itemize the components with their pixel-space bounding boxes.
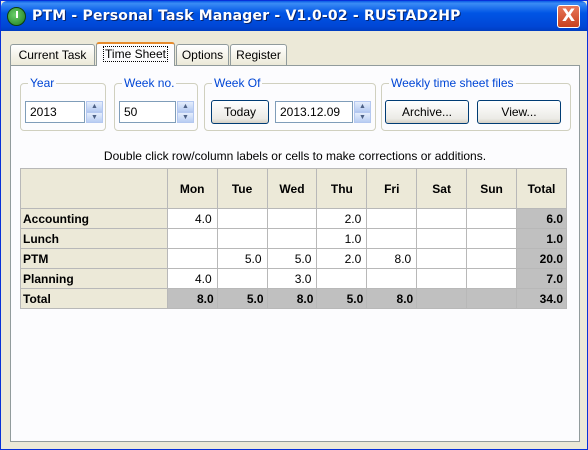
table-cell[interactable] [466,248,517,269]
column-header-sat[interactable]: Sat [416,168,468,209]
tab-current-task[interactable]: Current Task [10,44,95,65]
year-field[interactable]: 2013 [25,101,85,123]
table-cell[interactable]: 5.0 [216,248,268,269]
table-cell[interactable] [466,228,517,249]
column-header-mon[interactable]: Mon [166,168,218,209]
week-of-spinner[interactable]: ▲ ▼ [354,101,371,123]
table-cell[interactable] [216,268,268,289]
week-no-field[interactable]: 50 [119,101,176,123]
year-group-title: Year [28,76,57,90]
table-cell[interactable]: 5.0 [266,248,318,269]
column-header-fri[interactable]: Fri [366,168,418,209]
table-cell[interactable] [416,208,468,229]
table-cell[interactable] [266,208,318,229]
column-header-tue[interactable]: Tue [216,168,268,209]
row-total-cell: 6.0 [516,208,567,229]
table-cell[interactable] [216,208,268,229]
week-no-spinner[interactable]: ▲ ▼ [177,101,194,123]
table-row: PTM 5.0 5.0 2.0 8.0 20.0 [20,248,567,269]
table-cell[interactable]: 2.0 [316,248,368,269]
week-no-group: Week no. 50 ▲ ▼ [114,76,198,131]
column-header-wed[interactable]: Wed [266,168,318,209]
table-cell[interactable]: 8.0 [366,248,418,269]
tab-time-sheet[interactable]: Time Sheet [96,42,175,66]
column-header-sun[interactable]: Sun [466,168,517,209]
day-total-cell: 5.0 [216,288,268,309]
corner-cell [20,168,168,209]
window-title: PTM - Personal Task Manager - V1.0-02 - … [32,8,461,24]
totals-row: Total 8.0 5.0 8.0 5.0 8.0 34.0 [20,288,567,309]
spinner-up-icon[interactable]: ▲ [86,101,103,112]
archive-button[interactable]: Archive... [385,100,469,124]
table-cell[interactable] [466,268,517,289]
time-sheet-panel: Year 2013 ▲ ▼ Week no. 50 ▲ ▼ Week Of To… [10,65,580,442]
table-cell[interactable] [366,208,418,229]
header-row: Mon Tue Wed Thu Fri Sat Sun Total [20,168,567,209]
week-no-group-title: Week no. [122,76,177,90]
year-spinner[interactable]: ▲ ▼ [86,101,103,123]
files-group-title: Weekly time sheet files [389,76,516,90]
week-of-date-field[interactable]: 2013.12.09 [275,101,353,123]
row-total-cell: 1.0 [516,228,567,249]
row-total-cell: 7.0 [516,268,567,289]
spinner-down-icon[interactable]: ▼ [354,112,371,123]
table-cell[interactable] [216,228,268,249]
instruction-text: Double click row/column labels or cells … [103,149,487,163]
day-total-cell [466,288,517,309]
week-of-group-title: Week Of [212,76,263,90]
column-header-thu[interactable]: Thu [316,168,368,209]
row-label[interactable]: Planning [20,268,168,289]
close-button[interactable]: X [557,5,580,28]
time-sheet-table: Mon Tue Wed Thu Fri Sat Sun Total Accoun… [20,168,567,309]
table-cell[interactable] [166,248,218,269]
table-cell[interactable] [366,268,418,289]
row-label[interactable]: Lunch [20,228,168,249]
table-cell[interactable]: 4.0 [166,208,218,229]
table-cell[interactable] [466,208,517,229]
column-header-total: Total [516,168,567,209]
day-total-cell: 8.0 [166,288,218,309]
view-button[interactable]: View... [477,100,561,124]
table-cell[interactable] [316,268,368,289]
table-row: Lunch 1.0 1.0 [20,228,567,249]
spinner-up-icon[interactable]: ▲ [354,101,371,112]
row-label[interactable]: PTM [20,248,168,269]
spinner-up-icon[interactable]: ▲ [177,101,194,112]
table-cell[interactable] [416,248,468,269]
files-group: Weekly time sheet files Archive... View.… [381,76,571,131]
grand-total-cell: 34.0 [516,288,567,309]
table-cell[interactable]: 4.0 [166,268,218,289]
day-total-cell: 8.0 [266,288,318,309]
tab-register[interactable]: Register [230,44,287,65]
table-cell[interactable] [416,268,468,289]
day-total-cell [416,288,468,309]
tab-options[interactable]: Options [176,44,229,65]
table-cell[interactable] [266,228,318,249]
table-cell[interactable]: 2.0 [316,208,368,229]
row-label[interactable]: Accounting [20,208,168,229]
title-bar[interactable]: PTM - Personal Task Manager - V1.0-02 - … [1,1,587,31]
day-total-cell: 5.0 [316,288,368,309]
table-cell[interactable]: 1.0 [316,228,368,249]
table-row: Planning 4.0 3.0 7.0 [20,268,567,289]
year-group: Year 2013 ▲ ▼ [20,76,106,131]
table-row: Accounting 4.0 2.0 6.0 [20,208,567,229]
table-cell[interactable] [366,228,418,249]
table-cell[interactable] [166,228,218,249]
table-cell[interactable] [416,228,468,249]
spinner-down-icon[interactable]: ▼ [86,112,103,123]
main-window: PTM - Personal Task Manager - V1.0-02 - … [0,0,588,450]
table-cell[interactable]: 3.0 [266,268,318,289]
totals-row-label: Total [20,288,168,309]
week-of-group: Week Of Today 2013.12.09 ▲ ▼ [204,76,376,131]
row-total-cell: 20.0 [516,248,567,269]
spinner-down-icon[interactable]: ▼ [177,112,194,123]
ptm-app-icon[interactable] [7,7,26,26]
today-button[interactable]: Today [211,100,269,124]
day-total-cell: 8.0 [366,288,418,309]
